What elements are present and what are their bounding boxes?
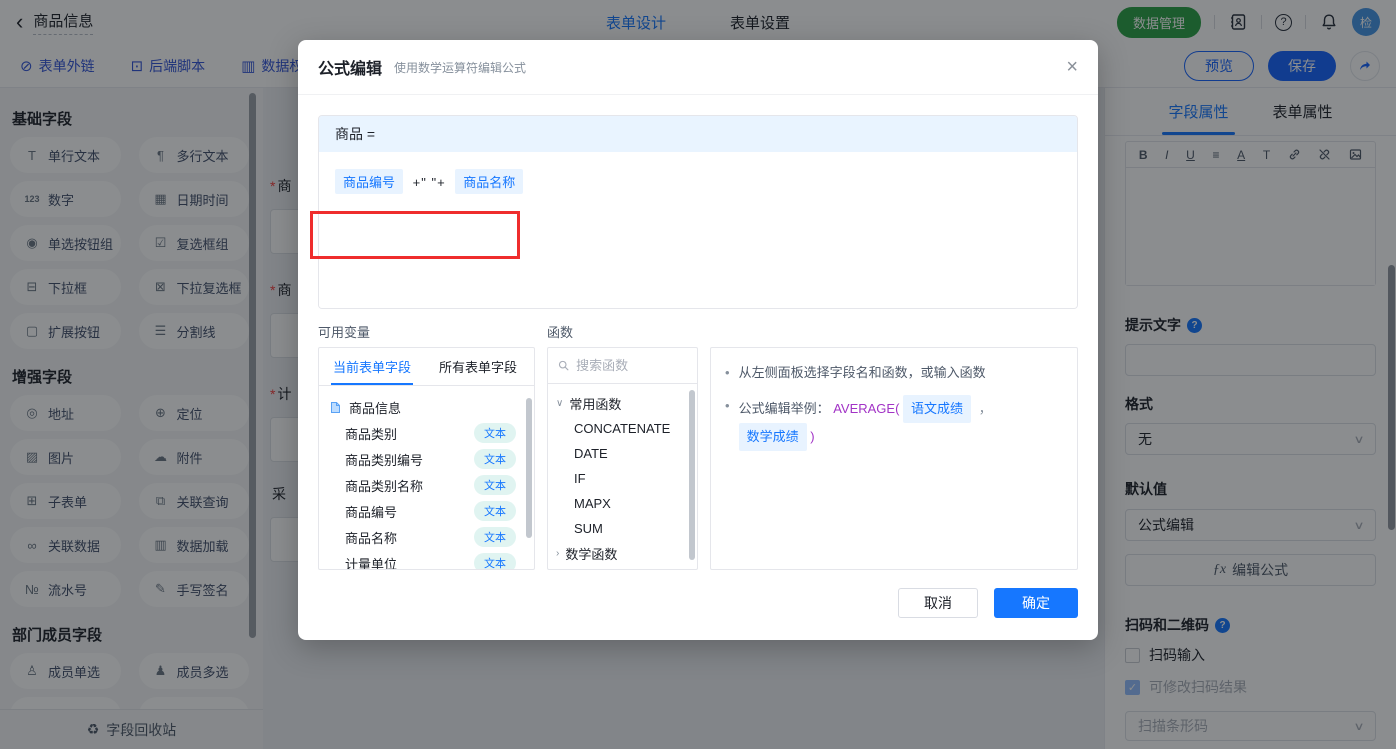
variable-row[interactable]: 商品名称 文本	[329, 524, 534, 550]
function-search-input[interactable]	[576, 358, 687, 373]
field-tag-product-number[interactable]: 商品编号	[335, 169, 404, 194]
formula-input-area[interactable]: 商品编号 +" "+ 商品名称	[319, 152, 1077, 308]
formula-editor-modal: 公式编辑 使用数学运算符编辑公式 × 商品 = 商品编号 +" "+ 商品名称 …	[298, 40, 1098, 640]
example-function-open: AVERAGE(	[833, 401, 900, 416]
function-item[interactable]: CONCATENATE	[556, 416, 697, 441]
example-field-tag: 语文成绩	[903, 395, 972, 423]
functions-scrollbar[interactable]	[689, 390, 695, 560]
example-prefix: 公式编辑举例：	[738, 401, 830, 416]
modal-title: 公式编辑	[318, 61, 383, 78]
search-icon	[558, 360, 569, 371]
example-function-close: )	[810, 429, 815, 444]
formula-help-panel: • 从左侧面板选择字段名和函数，或输入函数 • 公式编辑举例： AVERAGE(…	[710, 347, 1078, 570]
function-group-common[interactable]: ∨ 常用函数	[556, 391, 697, 416]
formula-editor-box: 商品 = 商品编号 +" "+ 商品名称	[318, 115, 1078, 309]
type-badge: 文本	[474, 423, 516, 443]
variable-row[interactable]: 商品类别 文本	[329, 420, 534, 446]
type-badge: 文本	[474, 449, 516, 469]
modal-section-labels: 可用变量 函数	[318, 322, 1078, 341]
caret-right-icon: ›	[556, 548, 560, 559]
type-badge: 文本	[474, 527, 516, 547]
modal-columns: 当前表单字段 所有表单字段 商品信息 商品类别 文本 商品类别编号 文本 商品类别名…	[318, 347, 1078, 570]
functions-section-label: 函数	[547, 325, 574, 340]
function-item[interactable]: MAPX	[556, 491, 697, 516]
formula-target: 商品 =	[319, 116, 1077, 152]
function-search[interactable]	[548, 348, 697, 384]
modal-footer: 取消 确定	[898, 588, 1078, 618]
function-item[interactable]: SUM	[556, 516, 697, 541]
cancel-button[interactable]: 取消	[898, 588, 978, 618]
modal-header: 公式编辑 使用数学运算符编辑公式 ×	[298, 40, 1098, 95]
functions-panel: ∨ 常用函数 CONCATENATE DATE IF MAPX SUM › 数学…	[547, 347, 698, 570]
document-icon	[331, 401, 340, 413]
modal-subtitle: 使用数学运算符编辑公式	[394, 60, 527, 75]
example-comma: ，	[978, 401, 992, 416]
function-item[interactable]: DATE	[556, 441, 697, 466]
bullet-icon: •	[725, 398, 730, 413]
function-group-text[interactable]: › 文本函数	[556, 566, 697, 569]
folder-label: 商品信息	[349, 400, 402, 416]
variable-row[interactable]: 商品编号 文本	[329, 498, 534, 524]
modal-body: 商品 = 商品编号 +" "+ 商品名称 可用变量 函数 当前表单字段 所有表单…	[298, 95, 1098, 640]
functions-tree: ∨ 常用函数 CONCATENATE DATE IF MAPX SUM › 数学…	[548, 384, 697, 569]
variable-row[interactable]: 商品类别编号 文本	[329, 446, 534, 472]
tab-all-form-fields[interactable]: 所有表单字段	[425, 348, 531, 385]
help-line-1: • 从左侧面板选择字段名和函数，或输入函数	[725, 362, 1063, 384]
example-field-tag: 数学成绩	[738, 423, 807, 451]
field-tag-product-name[interactable]: 商品名称	[455, 169, 524, 194]
variable-row[interactable]: 商品类别名称 文本	[329, 472, 534, 498]
variable-row[interactable]: 计量单位 文本	[329, 550, 534, 569]
close-icon[interactable]: ×	[1066, 57, 1078, 77]
variables-tree: 商品信息 商品类别 文本 商品类别编号 文本 商品类别名称 文本 商品编号 文本 商品名…	[319, 386, 534, 569]
bullet-icon: •	[725, 365, 730, 380]
function-group-math[interactable]: › 数学函数	[556, 541, 697, 566]
caret-down-icon: ∨	[556, 398, 564, 409]
formula-operator: +" "+	[412, 175, 446, 190]
type-badge: 文本	[474, 501, 516, 521]
tree-folder-row[interactable]: 商品信息	[329, 394, 534, 420]
tab-current-form-fields[interactable]: 当前表单字段	[319, 348, 425, 385]
variables-tabs: 当前表单字段 所有表单字段	[319, 348, 534, 386]
type-badge: 文本	[474, 475, 516, 495]
help-line-2: • 公式编辑举例： AVERAGE( 语文成绩 ， 数学成绩 )	[725, 395, 1063, 451]
type-badge: 文本	[474, 553, 516, 569]
variables-scrollbar[interactable]	[526, 398, 532, 538]
form-designer-app: ‹ 商品信息 表单设计 表单设置 数据管理 ? 检 ⊘ 表单外链 ⊡ 后端脚本 …	[0, 0, 1396, 749]
function-item[interactable]: IF	[556, 466, 697, 491]
variables-section-label: 可用变量	[318, 325, 371, 340]
confirm-button[interactable]: 确定	[994, 588, 1078, 618]
variables-panel: 当前表单字段 所有表单字段 商品信息 商品类别 文本 商品类别编号 文本 商品类别名…	[318, 347, 535, 570]
